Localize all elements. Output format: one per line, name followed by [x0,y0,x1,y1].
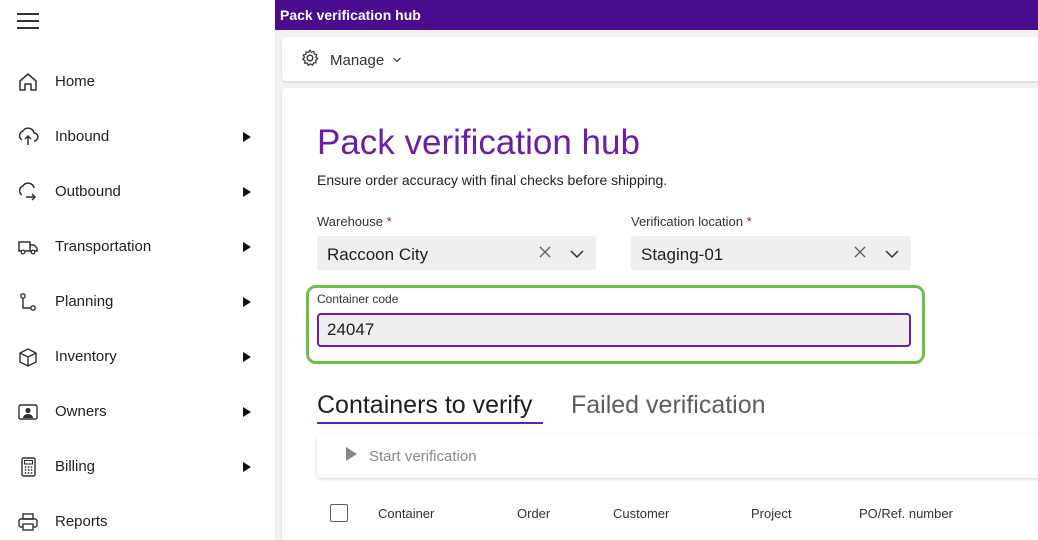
gear-icon [300,48,320,73]
expand-arrow-icon[interactable] [243,351,251,362]
sidebar-item-label: Outbound [55,183,121,200]
app-title: Pack verification hub [280,7,421,23]
command-bar: Manage [282,37,1038,81]
page-subtitle: Ensure order accuracy with final checks … [317,172,668,188]
manage-label: Manage [330,51,385,69]
sidebar-item-label: Home [55,73,96,90]
sidebar-item-label: Billing [55,458,96,475]
expand-arrow-icon[interactable] [243,406,251,417]
sidebar-item-inventory[interactable]: Inventory [0,329,275,384]
location-value: Staging-01 [641,245,724,264]
truck-icon [16,235,40,259]
column-header-container[interactable]: Container [378,506,434,521]
play-icon [343,446,359,467]
required-mark: * [746,214,752,229]
planning-icon [16,290,40,314]
calculator-icon [16,455,40,479]
warehouse-value: Raccoon City [327,245,429,264]
sidebar-item-label: Inbound [55,128,110,145]
sidebar: Home Inbound Outbound Transportation Pla… [0,0,275,540]
select-all-checkbox[interactable] [330,504,348,522]
manage-button[interactable]: Manage [300,48,402,72]
box-icon [16,345,40,369]
sidebar-item-label: Reports [55,513,108,530]
sidebar-item-reports[interactable]: Reports [0,494,275,540]
expand-arrow-icon[interactable] [243,241,251,252]
sidebar-item-label: Transportation [55,238,152,255]
grid-header: Container Order Customer Project PO/Ref.… [317,500,1038,530]
expand-arrow-icon[interactable] [243,131,251,142]
warehouse-combobox[interactable]: Raccoon City [317,236,596,270]
column-header-po-ref-number[interactable]: PO/Ref. number [859,506,953,521]
owner-icon [16,400,40,424]
location-label: Verification location * [631,214,752,229]
expand-arrow-icon[interactable] [243,296,251,307]
sidebar-item-outbound[interactable]: Outbound [0,164,275,219]
chevron-down-icon[interactable] [570,247,584,259]
chevron-down-icon [392,51,402,69]
sidebar-item-label: Owners [55,403,107,420]
printer-icon [16,510,40,534]
grid-command-bar: Start verification [317,434,1038,478]
main-panel: Pack verification hub Ensure order accur… [282,88,1038,540]
warehouse-label: Warehouse * [317,214,392,229]
clear-icon[interactable] [853,245,867,259]
inbound-icon [16,125,40,149]
tab-failed-verification[interactable]: Failed verification [571,391,766,420]
sidebar-item-planning[interactable]: Planning [0,274,275,329]
expand-arrow-icon[interactable] [243,461,251,472]
container-code-input[interactable] [317,313,911,347]
required-mark: * [386,214,392,229]
hamburger-icon[interactable] [17,13,39,31]
sidebar-item-home[interactable]: Home [0,54,275,109]
outbound-icon [16,180,40,204]
start-verification-label: Start verification [369,448,477,465]
column-header-order[interactable]: Order [517,506,550,521]
container-code-label: Container code [317,292,399,306]
sidebar-item-owners[interactable]: Owners [0,384,275,439]
clear-icon[interactable] [538,245,552,259]
location-combobox[interactable]: Staging-01 [631,236,911,270]
home-icon [16,70,40,94]
sidebar-item-billing[interactable]: Billing [0,439,275,494]
column-header-customer[interactable]: Customer [613,506,669,521]
sidebar-item-transportation[interactable]: Transportation [0,219,275,274]
expand-arrow-icon[interactable] [243,186,251,197]
chevron-down-icon[interactable] [885,247,899,259]
app-header: Pack verification hub [275,0,1038,30]
active-tab-indicator [317,422,543,424]
start-verification-button[interactable]: Start verification [343,446,477,467]
sidebar-item-label: Planning [55,293,114,310]
sidebar-item-inbound[interactable]: Inbound [0,109,275,164]
page-title: Pack verification hub [317,123,640,162]
sidebar-item-label: Inventory [55,348,117,365]
tab-containers-to-verify[interactable]: Containers to verify [317,391,532,420]
column-header-project[interactable]: Project [751,506,791,521]
